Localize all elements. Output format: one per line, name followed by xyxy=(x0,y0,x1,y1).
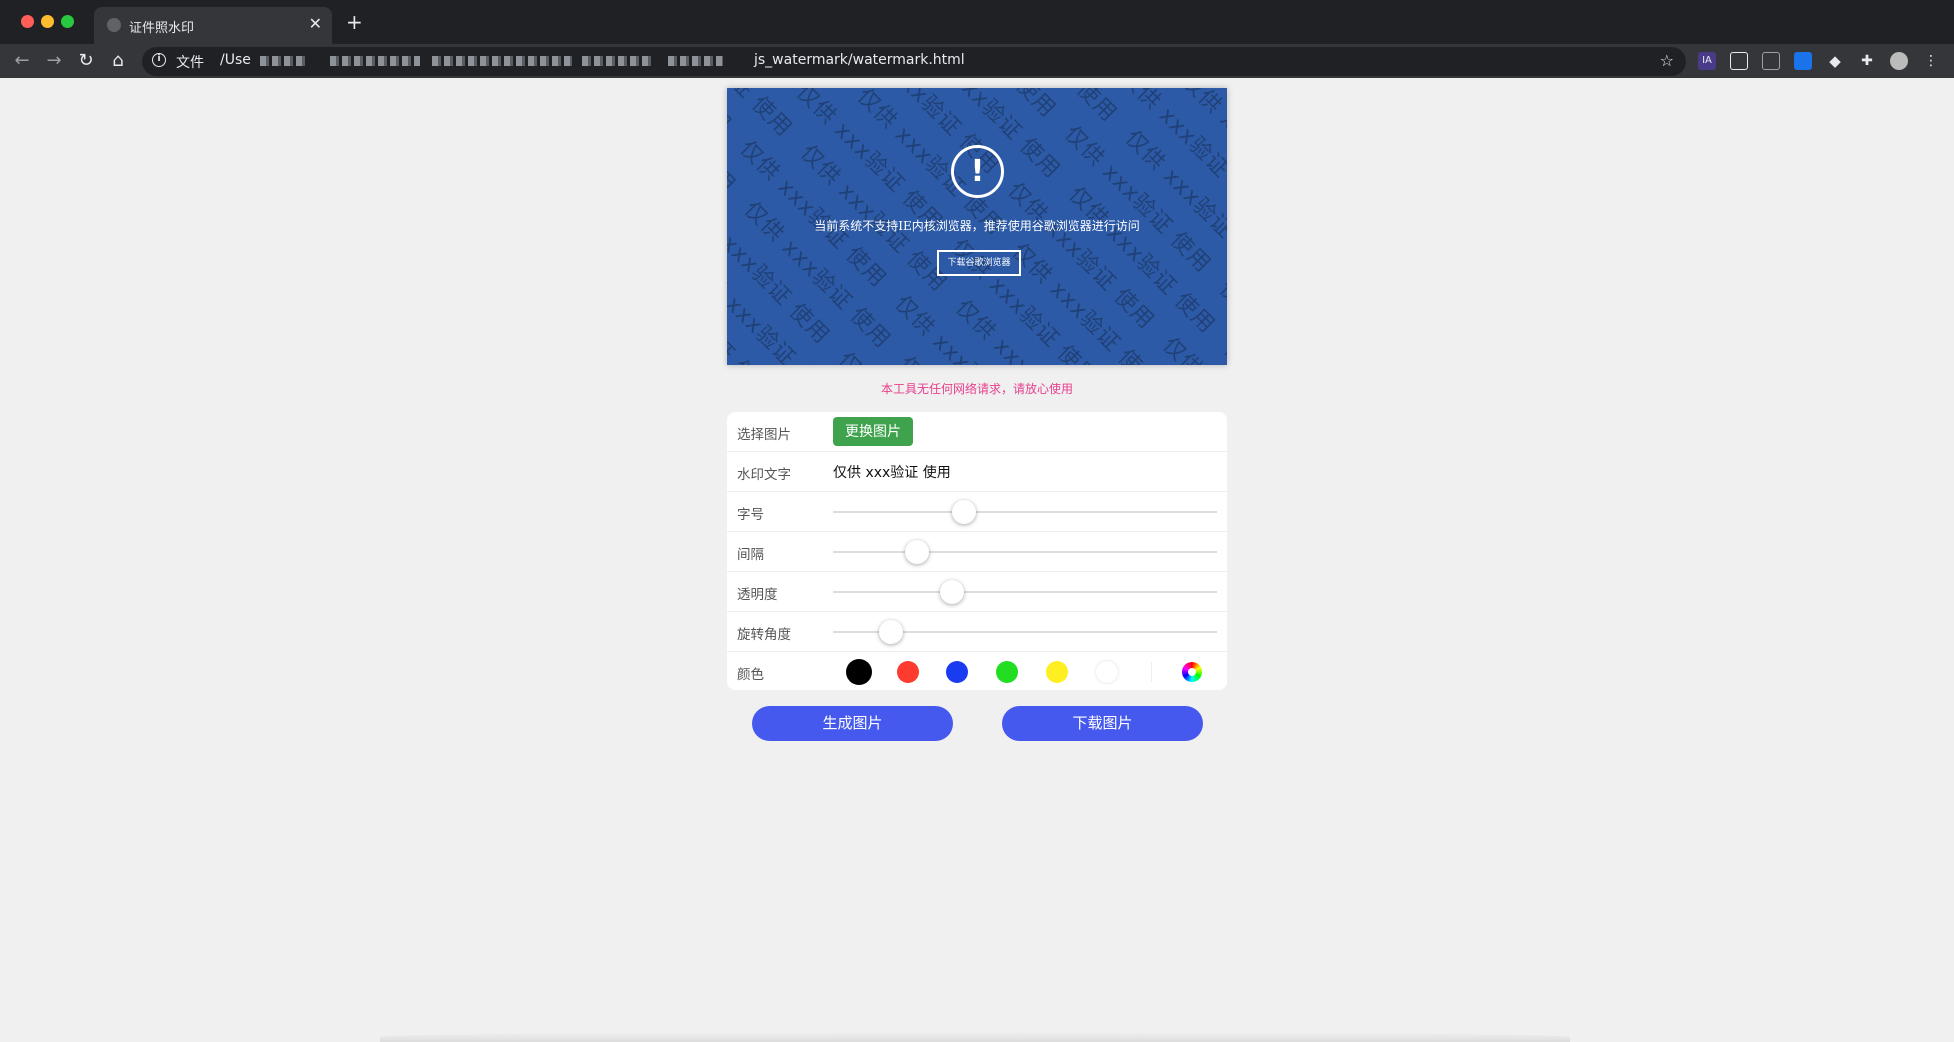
color-picker-icon[interactable] xyxy=(1182,662,1202,682)
tab-favicon-icon xyxy=(107,18,121,32)
browser-titlebar: 证件照水印 ✕ + xyxy=(0,0,1954,44)
opacity-slider-thumb[interactable] xyxy=(940,580,965,604)
window-close-button[interactable] xyxy=(21,15,34,28)
diamond-extension-icon[interactable]: ◆ xyxy=(1826,52,1844,70)
color-swatch-blue[interactable] xyxy=(946,661,968,683)
redacted-url-segment xyxy=(260,56,308,66)
browser-toolbar: ← → ↻ ⌂ i 文件 /Use js_watermark/watermark… xyxy=(0,44,1954,78)
color-swatch-yellow[interactable] xyxy=(1046,661,1068,683)
generate-image-button[interactable]: 生成图片 xyxy=(752,706,953,741)
spacing-label: 间隔 xyxy=(737,547,764,563)
opacity-label: 透明度 xyxy=(737,587,778,603)
font-size-label: 字号 xyxy=(737,507,764,523)
home-icon[interactable]: ⌂ xyxy=(106,49,130,73)
page-bottom-shadow xyxy=(380,1032,1570,1042)
window-minimize-button[interactable] xyxy=(41,15,54,28)
url-text: js_watermark/watermark.html xyxy=(754,52,965,68)
watermark-preview: 仅供 xxx验证 使用 仅供 xxx验证 使用 仅供 xxx验证 使用 仅供 x… xyxy=(727,88,1227,365)
opacity-slider-track[interactable] xyxy=(833,580,1217,604)
back-icon[interactable]: ← xyxy=(10,49,34,73)
reload-icon[interactable]: ↻ xyxy=(74,49,98,73)
rotation-slider-track[interactable] xyxy=(833,620,1217,644)
url-prefix: /Use xyxy=(220,52,251,68)
download-chrome-button: 下载谷歌浏览器 xyxy=(937,250,1021,276)
spacing-slider-thumb[interactable] xyxy=(905,540,930,564)
font-size-slider-track[interactable] xyxy=(833,500,1217,524)
forward-icon[interactable]: → xyxy=(42,49,66,73)
puzzle-icon[interactable]: ✚ xyxy=(1858,52,1876,70)
font-size-slider-thumb[interactable] xyxy=(951,500,976,524)
change-image-button[interactable]: 更换图片 xyxy=(833,417,913,446)
tab-title: 证件照水印 xyxy=(129,21,195,36)
extension-icon[interactable] xyxy=(1762,52,1780,70)
redacted-url-segment xyxy=(432,56,572,66)
font-size-row: 字号 xyxy=(727,492,1227,532)
redacted-url-segment xyxy=(330,56,420,66)
rotation-label: 旋转角度 xyxy=(737,627,791,643)
color-divider xyxy=(1151,662,1152,682)
tab-close-icon[interactable]: ✕ xyxy=(309,14,322,33)
info-icon[interactable]: i xyxy=(152,53,166,67)
settings-panel: 选择图片 更换图片 水印文字 字号 间隔 透明度 旋转角度 颜色 xyxy=(727,412,1227,690)
rotation-slider-thumb[interactable] xyxy=(878,620,903,644)
extension-icon[interactable] xyxy=(1794,52,1812,70)
watermark-text-input[interactable] xyxy=(833,460,1213,484)
watermark-text-row: 水印文字 xyxy=(727,452,1227,492)
extension-icon[interactable] xyxy=(1730,52,1748,70)
url-scheme-label: 文件 xyxy=(176,55,204,71)
spacing-row: 间隔 xyxy=(727,532,1227,572)
color-swatch-red[interactable] xyxy=(897,661,919,683)
window-maximize-button[interactable] xyxy=(61,15,74,28)
avatar[interactable] xyxy=(1890,52,1908,70)
privacy-notice: 本工具无任何网络请求，请放心使用 xyxy=(880,382,1073,396)
browser-tab[interactable]: 证件照水印 ✕ xyxy=(94,7,332,44)
color-label: 颜色 xyxy=(737,667,764,683)
bookmark-star-icon[interactable]: ☆ xyxy=(1660,51,1674,70)
watermark-text-label: 水印文字 xyxy=(737,467,791,483)
color-swatch-white[interactable] xyxy=(1096,661,1118,683)
download-image-button[interactable]: 下载图片 xyxy=(1002,706,1203,741)
spacing-slider-track[interactable] xyxy=(833,540,1217,564)
color-swatch-green[interactable] xyxy=(996,661,1018,683)
redacted-url-segment xyxy=(582,56,652,66)
choose-image-label: 选择图片 xyxy=(737,427,791,443)
ia-extension-icon[interactable]: IA xyxy=(1698,52,1716,70)
opacity-row: 透明度 xyxy=(727,572,1227,612)
new-tab-icon[interactable]: + xyxy=(346,10,363,34)
alert-icon: ! xyxy=(951,145,1004,198)
color-row: 颜色 xyxy=(727,652,1227,690)
choose-image-row: 选择图片 更换图片 xyxy=(727,412,1227,452)
alert-message: 当前系统不支持IE内核浏览器，推荐使用谷歌浏览器进行访问 xyxy=(814,219,1140,233)
address-bar[interactable]: i 文件 /Use js_watermark/watermark.html ☆ xyxy=(142,47,1686,76)
color-swatch-black[interactable] xyxy=(846,659,872,685)
rotation-row: 旋转角度 xyxy=(727,612,1227,652)
redacted-url-segment xyxy=(668,56,723,66)
menu-kebab-icon[interactable]: ⋮ xyxy=(1922,52,1940,70)
